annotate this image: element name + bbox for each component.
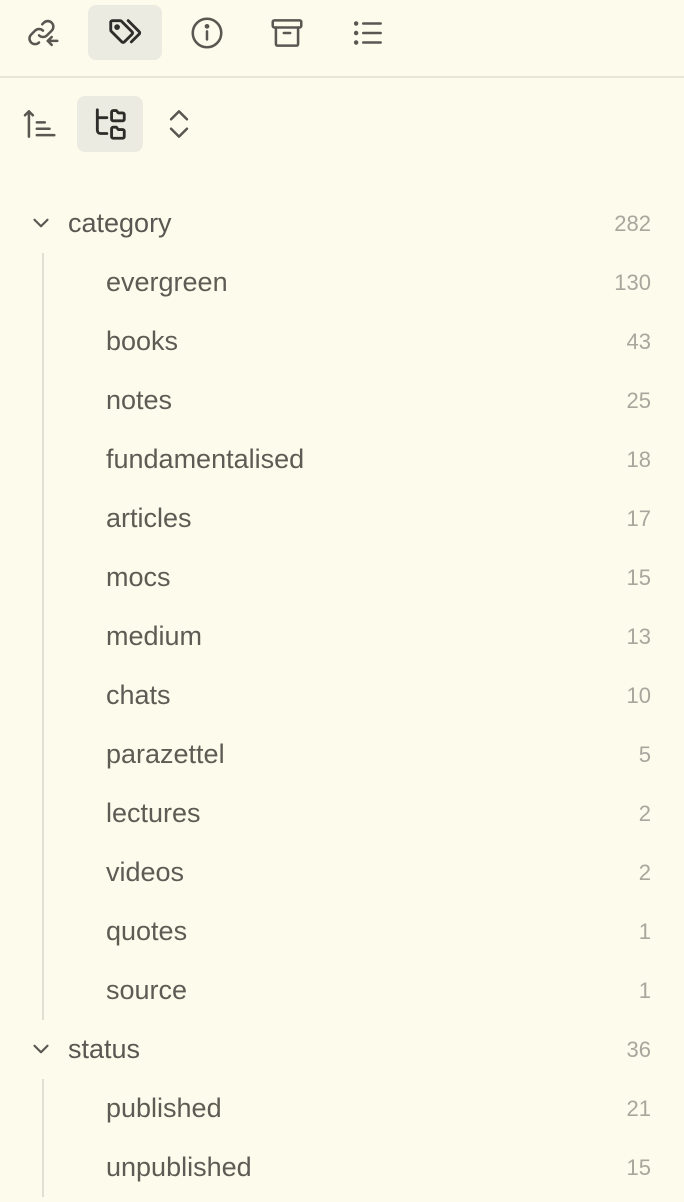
tag-item[interactable]: articles 17 — [0, 489, 684, 548]
tag-count: 10 — [626, 682, 651, 708]
tag-label: mocs — [106, 562, 171, 592]
tag-group-status: status 36 published 21 unpublished 15 — [0, 1020, 684, 1197]
tag-count: 1 — [638, 977, 651, 1003]
tag-label: articles — [106, 503, 192, 533]
tag-label: source — [106, 975, 188, 1005]
sort-button[interactable] — [7, 96, 73, 152]
expand-collapse-button[interactable] — [146, 96, 212, 152]
expand-collapse-icon — [169, 110, 189, 138]
tag-item[interactable]: books 43 — [0, 312, 684, 371]
tag-item[interactable]: mocs 15 — [0, 548, 684, 607]
tab-info[interactable] — [170, 5, 244, 60]
tag-count: 13 — [626, 623, 651, 649]
tag-count: 43 — [626, 328, 651, 354]
tag-label: quotes — [106, 916, 188, 946]
nested-tags-icon — [95, 108, 126, 140]
tag-tree: category 282 evergreen 130 books 43 notes 2… — [0, 194, 684, 1197]
info-icon — [191, 16, 223, 49]
sort-ascending-icon — [23, 110, 56, 138]
tag-count: 17 — [626, 505, 651, 531]
tag-group-category: category 282 evergreen 130 books 43 notes 2… — [0, 194, 684, 1020]
tag-label: books — [106, 326, 179, 356]
view-tab-bar — [0, 0, 684, 78]
tag-label: lectures — [106, 798, 201, 828]
tag-group-header[interactable]: status 36 — [0, 1020, 684, 1079]
tab-backlinks[interactable] — [6, 5, 80, 60]
show-nested-tags-button[interactable] — [77, 96, 143, 152]
tag-label: chats — [106, 680, 171, 710]
tag-group-label: status — [68, 1034, 141, 1064]
tags-icon — [109, 18, 142, 44]
list-icon — [353, 20, 382, 45]
tag-label: parazettel — [106, 739, 225, 769]
tag-label: published — [106, 1093, 222, 1123]
tag-count: 21 — [626, 1095, 651, 1121]
tag-count: 130 — [614, 269, 651, 295]
tag-item[interactable]: quotes 1 — [0, 902, 684, 961]
tab-tags[interactable] — [88, 5, 162, 60]
tag-count: 2 — [638, 800, 651, 826]
tag-label: notes — [106, 385, 173, 415]
tag-count: 2 — [638, 859, 651, 885]
tag-label: videos — [106, 857, 185, 887]
tag-item[interactable]: unpublished 15 — [0, 1138, 684, 1197]
tag-count: 282 — [614, 210, 651, 236]
tag-label: medium — [106, 621, 203, 651]
tag-label: unpublished — [106, 1152, 252, 1182]
tag-count: 18 — [626, 446, 651, 472]
tag-group-children: published 21 unpublished 15 — [0, 1079, 684, 1197]
tag-item[interactable]: parazettel 5 — [0, 725, 684, 784]
chevron-down-icon[interactable] — [28, 210, 54, 236]
tag-item[interactable]: published 21 — [0, 1079, 684, 1138]
tag-item[interactable]: videos 2 — [0, 843, 684, 902]
tag-group-header[interactable]: category 282 — [0, 194, 684, 253]
tag-item[interactable]: source 1 — [0, 961, 684, 1020]
tag-item[interactable]: lectures 2 — [0, 784, 684, 843]
chevron-down-icon[interactable] — [28, 1036, 54, 1062]
tag-label: evergreen — [106, 267, 228, 297]
tag-item[interactable]: chats 10 — [0, 666, 684, 725]
tab-archive[interactable] — [250, 5, 324, 60]
tag-count: 15 — [626, 1154, 651, 1180]
tag-group-children: evergreen 130 books 43 notes 25 fundamental… — [0, 253, 684, 1020]
tag-item[interactable]: medium 13 — [0, 607, 684, 666]
tag-item[interactable]: fundamentalised 18 — [0, 430, 684, 489]
tab-outline[interactable] — [331, 5, 405, 60]
tag-count: 36 — [626, 1036, 651, 1062]
tag-group-label: category — [68, 208, 172, 238]
tag-item[interactable]: evergreen 130 — [0, 253, 684, 312]
tag-count: 5 — [638, 741, 651, 767]
tag-item[interactable]: notes 25 — [0, 371, 684, 430]
tag-count: 1 — [638, 918, 651, 944]
tag-count: 15 — [626, 564, 651, 590]
tag-count: 25 — [626, 387, 651, 413]
tag-label: fundamentalised — [106, 444, 305, 474]
link-return-icon — [28, 19, 59, 46]
archive-icon — [271, 18, 303, 47]
